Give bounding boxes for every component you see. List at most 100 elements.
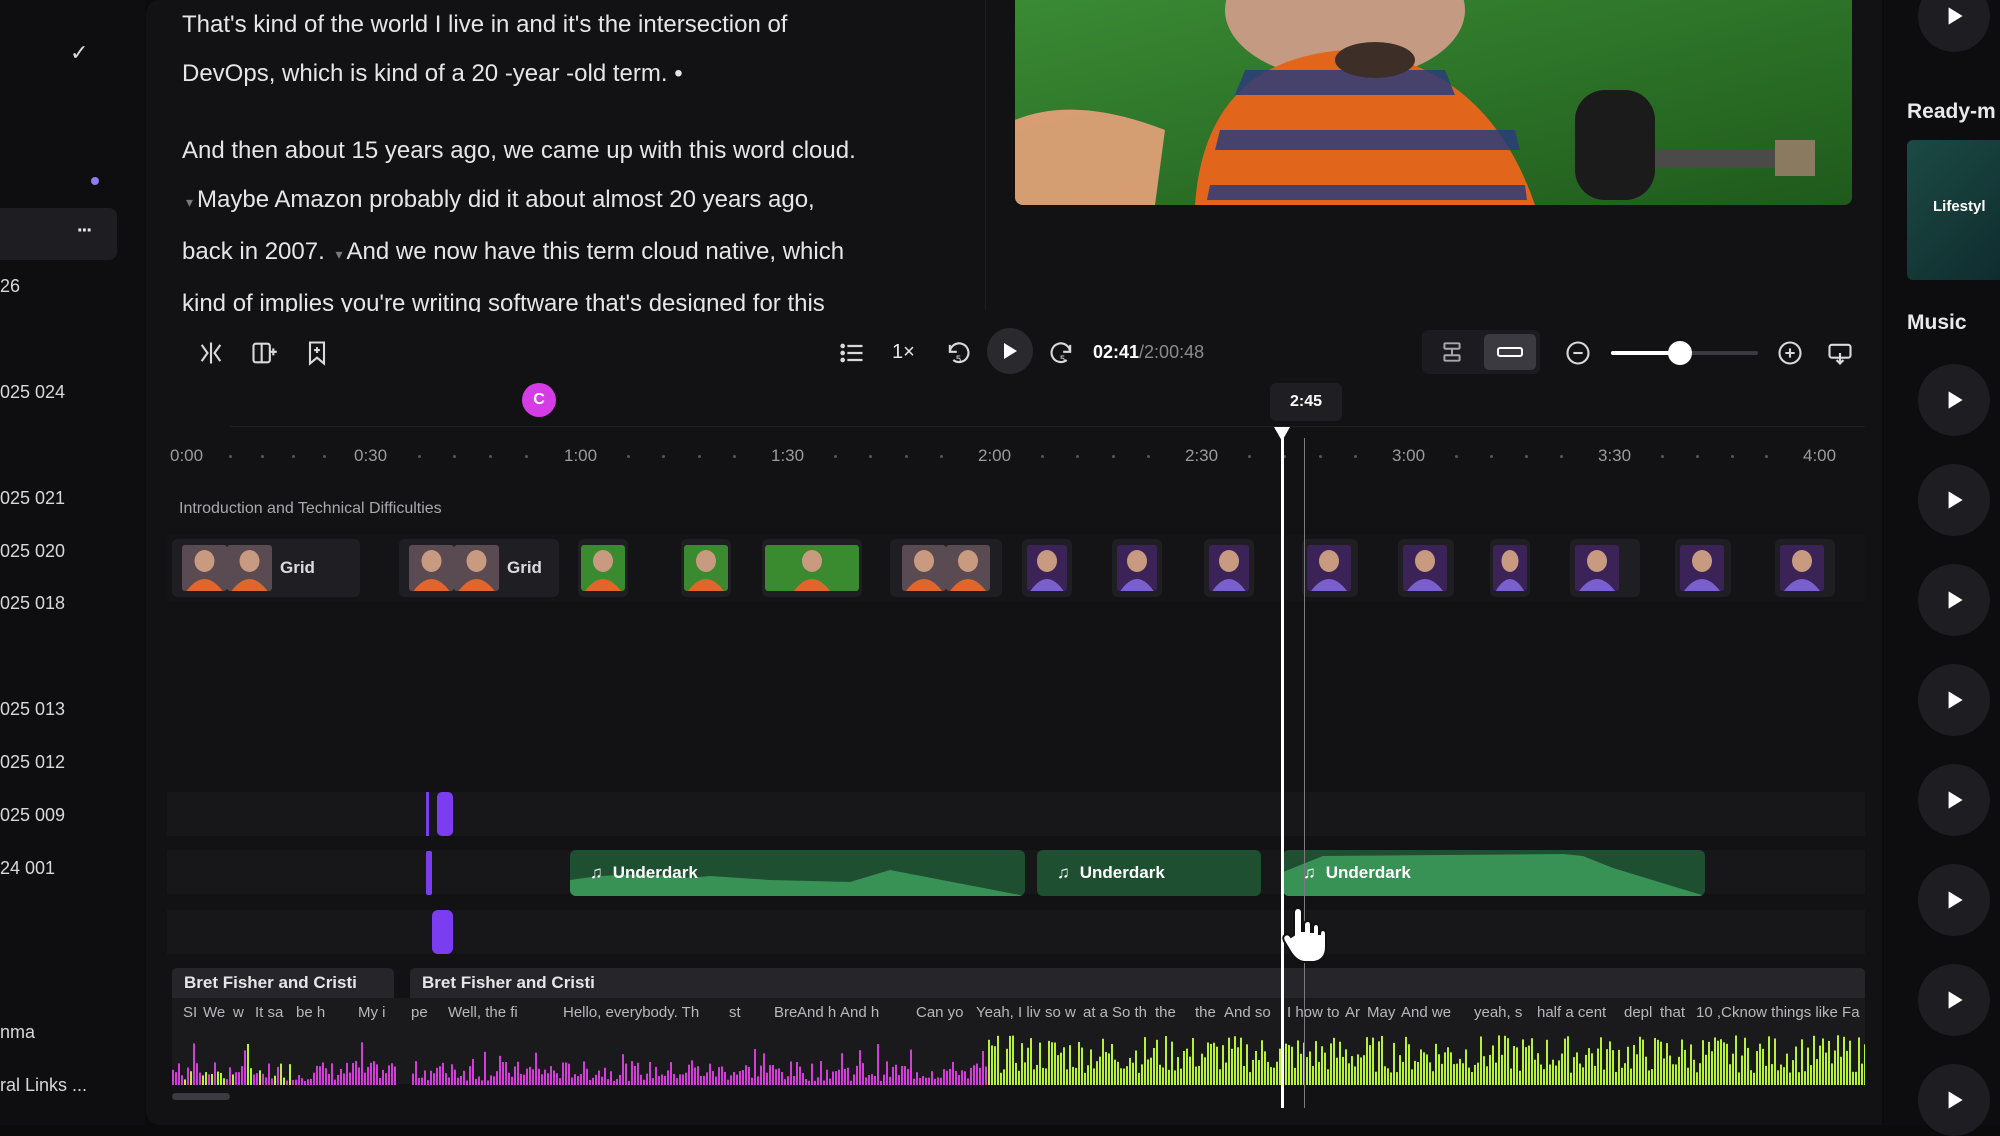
video-clip[interactable]: [1570, 539, 1640, 597]
music-play-button[interactable]: [1918, 764, 1990, 836]
sidebar-item[interactable]: 26: [0, 276, 20, 297]
video-clip[interactable]: Grid: [399, 539, 559, 597]
video-clip[interactable]: [1022, 539, 1072, 597]
transcript-word[interactable]: It sa: [255, 1004, 283, 1021]
transcript-word[interactable]: the: [1155, 1004, 1176, 1021]
timeline-scrollbar[interactable]: [172, 1093, 230, 1100]
sidebar-item[interactable]: 025 012: [0, 752, 65, 773]
transcript-line[interactable]: DevOps, which is kind of a 20 -year -old…: [182, 60, 683, 87]
video-clip[interactable]: [681, 539, 731, 597]
forward-5-icon[interactable]: 5: [1044, 335, 1080, 371]
transcript-word[interactable]: w: [1065, 1004, 1076, 1021]
add-layout-icon[interactable]: [246, 335, 282, 371]
video-clip[interactable]: [1302, 539, 1358, 597]
add-bookmark-icon[interactable]: [299, 335, 335, 371]
transcript-word[interactable]: Can yo: [916, 1004, 964, 1021]
transcript-word[interactable]: Bre: [774, 1004, 797, 1021]
sidebar-item[interactable]: nma: [0, 1022, 35, 1043]
transcript-word[interactable]: w: [233, 1004, 244, 1021]
split-clip-icon[interactable]: [193, 335, 229, 371]
compact-view-icon[interactable]: [1484, 334, 1536, 370]
expanded-view-icon[interactable]: [1439, 339, 1465, 365]
transcript-word[interactable]: I how to: [1287, 1004, 1340, 1021]
sidebar-item[interactable]: ral Links ...: [0, 1075, 87, 1096]
transcript-word[interactable]: And we: [1401, 1004, 1451, 1021]
transcript-word[interactable]: And so: [1224, 1004, 1271, 1021]
music-play-button[interactable]: [1918, 564, 1990, 636]
zoom-out-icon[interactable]: [1560, 335, 1596, 371]
chapter-title[interactable]: Introduction and Technical Difficulties: [179, 500, 442, 518]
zoom-slider-handle[interactable]: [1668, 341, 1693, 365]
sfx-clip[interactable]: [432, 910, 453, 954]
music-start-marker[interactable]: [426, 851, 432, 895]
video-clip[interactable]: [890, 539, 1002, 597]
play-button[interactable]: [987, 328, 1033, 374]
sidebar-item[interactable]: 025 009: [0, 805, 65, 826]
video-clip[interactable]: [1675, 539, 1731, 597]
transcript-word[interactable]: depl: [1624, 1004, 1652, 1021]
transcript-word[interactable]: st: [729, 1004, 741, 1021]
playback-speed[interactable]: 1×: [892, 341, 915, 364]
music-play-button[interactable]: [1918, 664, 1990, 736]
fit-timeline-icon[interactable]: [1822, 335, 1858, 371]
video-clip[interactable]: [762, 539, 862, 597]
speech-clip-header[interactable]: Bret Fisher and Cristi: [172, 968, 394, 998]
transcript-word[interactable]: be h: [296, 1004, 325, 1021]
music-clip[interactable]: ♫ Underdark: [1283, 850, 1705, 896]
video-clip[interactable]: [1775, 539, 1835, 597]
transcript-word[interactable]: My i: [358, 1004, 386, 1021]
zoom-slider[interactable]: [1611, 341, 1758, 365]
music-play-button[interactable]: [1918, 864, 1990, 936]
transcript-word[interactable]: Hello, everybody. Th: [563, 1004, 699, 1021]
video-clip[interactable]: [578, 539, 628, 597]
transcript-word[interactable]: half a cent: [1537, 1004, 1606, 1021]
music-clip[interactable]: ♫ Underdark: [570, 850, 1025, 896]
sidebar-item[interactable]: 025 024: [0, 382, 65, 403]
transcript-word[interactable]: Well, the fi: [448, 1004, 518, 1021]
transcript-word[interactable]: And h: [797, 1004, 836, 1021]
lifestyle-template-card[interactable]: Lifestyl: [1907, 140, 2000, 280]
overlay-clip[interactable]: [437, 792, 453, 836]
music-clip[interactable]: ♫ Underdark: [1037, 850, 1261, 896]
video-clip[interactable]: Grid: [172, 539, 360, 597]
transcript-word[interactable]: know things like Fa: [1732, 1004, 1860, 1021]
zoom-in-icon[interactable]: [1772, 335, 1808, 371]
list-icon[interactable]: [834, 335, 870, 371]
sfx-track[interactable]: [167, 910, 1865, 954]
video-clip[interactable]: [1204, 539, 1254, 597]
sidebar-item[interactable]: 025 018: [0, 593, 65, 614]
transcript-word[interactable]: the: [1195, 1004, 1216, 1021]
transcript-word[interactable]: So th: [1112, 1004, 1147, 1021]
track-view-toggle[interactable]: [1422, 330, 1540, 374]
comment-marker[interactable]: C: [522, 383, 556, 417]
sidebar-item[interactable]: 025 013: [0, 699, 65, 720]
playhead-line[interactable]: [1281, 438, 1284, 1108]
transcript-line[interactable]: And then about 15 years ago, we came up …: [182, 137, 856, 164]
transcript-word[interactable]: at a: [1083, 1004, 1108, 1021]
video-clip[interactable]: [1112, 539, 1162, 597]
transcript-line[interactable]: That's kind of the world I live in and i…: [182, 11, 787, 38]
music-play-button[interactable]: [1918, 364, 1990, 436]
transcript-word[interactable]: Ar: [1345, 1004, 1360, 1021]
pause-marker-icon[interactable]: ▾: [186, 194, 193, 210]
transcript-word[interactable]: that: [1660, 1004, 1685, 1021]
sidebar-item-selected[interactable]: ···: [0, 208, 117, 260]
transcript-line[interactable]: kind of implies you're writing software …: [182, 290, 825, 312]
transcript-word[interactable]: 10 ,C: [1696, 1004, 1732, 1021]
sidebar-item[interactable]: 025 020: [0, 541, 65, 562]
transcript-word[interactable]: Yeah, I liv: [976, 1004, 1041, 1021]
transcript-word[interactable]: SI: [183, 1004, 197, 1021]
overlay-track[interactable]: [167, 792, 1865, 836]
speech-clip-header[interactable]: Bret Fisher and Cristi: [410, 968, 1865, 998]
track-start-marker[interactable]: [426, 792, 429, 836]
transcript-word[interactable]: And h: [840, 1004, 879, 1021]
music-play-button[interactable]: [1918, 464, 1990, 536]
transcript-word[interactable]: so: [1045, 1004, 1061, 1021]
music-play-button[interactable]: [1918, 964, 1990, 1036]
more-options-icon[interactable]: ···: [77, 220, 93, 243]
transcript-word[interactable]: We: [203, 1004, 225, 1021]
video-clip[interactable]: [1490, 539, 1530, 597]
transcript-line[interactable]: back in 2007.: [182, 238, 325, 265]
transcript-word[interactable]: yeah, s: [1474, 1004, 1522, 1021]
video-preview[interactable]: [1015, 0, 1852, 205]
